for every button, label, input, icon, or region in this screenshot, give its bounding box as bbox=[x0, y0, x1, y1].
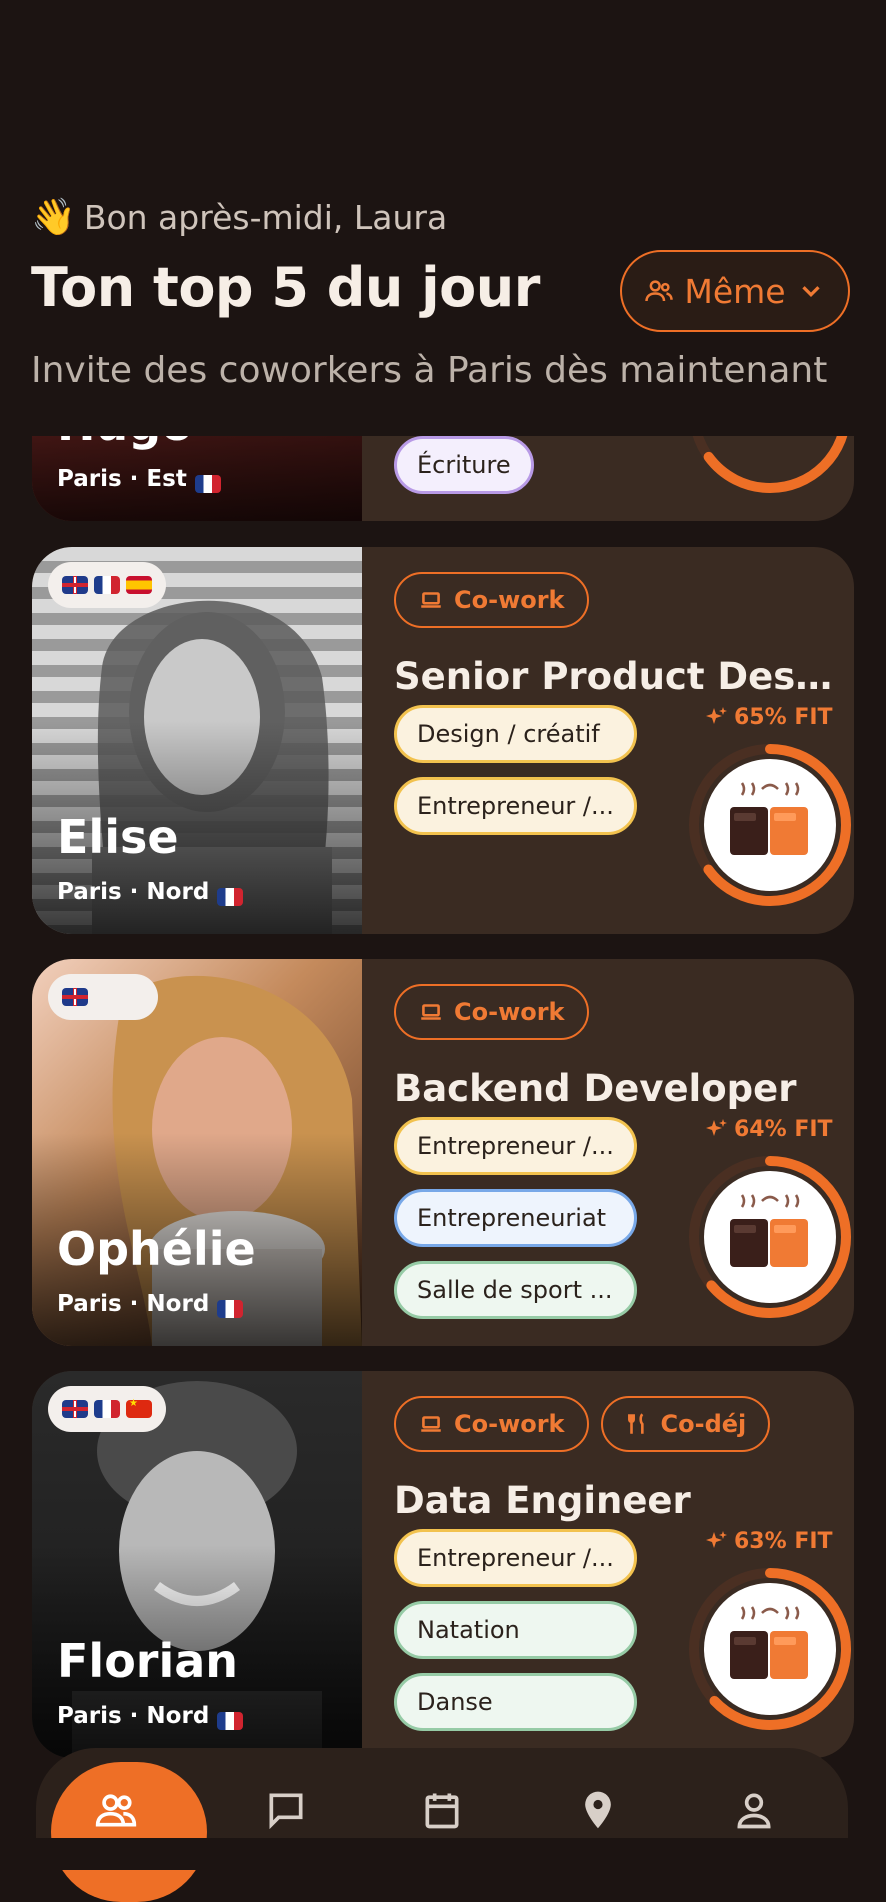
interest-tag: Entrepreneuriat bbox=[394, 1189, 637, 1247]
match-card-elise[interactable]: GB FR ES Elise Paris · Nord FR Co-work S… bbox=[32, 547, 854, 934]
profile-name: Florian bbox=[57, 1634, 239, 1688]
location-text: Paris · Nord bbox=[57, 1703, 210, 1729]
system-nav-area bbox=[0, 1838, 886, 1870]
activity-cowork: Co-work bbox=[394, 1396, 589, 1452]
tag-list: Entrepreneur /... Natation Danse bbox=[394, 1529, 637, 1731]
card-info: Co-work Senior Product Desi... Design / … bbox=[394, 547, 854, 934]
fr-flag-icon: FR bbox=[94, 576, 120, 594]
cn-flag-icon: CN bbox=[126, 1398, 152, 1418]
fr-flag-icon: FR bbox=[217, 888, 244, 906]
activity-list: Co-work bbox=[394, 984, 589, 1040]
profile-photo: GB FR CN Florian Paris · Nord FR bbox=[32, 1371, 362, 1758]
activity-label: Co-work bbox=[454, 586, 565, 614]
coffee-cups-icon bbox=[704, 1171, 836, 1303]
fit-score: 63% FIT bbox=[704, 1529, 833, 1554]
location-text: Paris · Nord bbox=[57, 879, 210, 905]
coffee-cups-icon bbox=[704, 759, 836, 891]
greeting-text: Bon après-midi, Laura bbox=[83, 197, 448, 237]
job-title: Backend Developer bbox=[394, 1067, 797, 1110]
chevron-down-icon bbox=[801, 286, 820, 298]
tag-list: Entrepreneur /... Entrepreneuriat Salle … bbox=[394, 1117, 637, 1319]
filter-label: Même bbox=[684, 271, 786, 311]
match-card-ophelie[interactable]: GB Ophélie Paris · Nord FR Co-work Backe… bbox=[32, 959, 854, 1346]
gb-flag-icon: GB bbox=[62, 988, 88, 1006]
activity-list: Co-work bbox=[394, 572, 589, 628]
waving-hand-icon: 👋 bbox=[31, 197, 76, 238]
fit-label: 65% FIT bbox=[734, 705, 833, 730]
page-title: Ton top 5 du jour bbox=[31, 256, 540, 319]
tag-list: Design / créatif Entrepreneur /... bbox=[394, 705, 637, 835]
profile-name: Elise bbox=[57, 810, 179, 864]
interest-tag: Entrepreneur /... bbox=[394, 1117, 637, 1175]
activity-label: Co-work bbox=[454, 1410, 565, 1438]
filter-button[interactable]: Même bbox=[620, 250, 850, 332]
activity-cowork: Co-work bbox=[394, 984, 589, 1040]
match-card-florian[interactable]: GB FR CN Florian Paris · Nord FR Co-work… bbox=[32, 1371, 854, 1758]
sparkle-icon bbox=[706, 706, 727, 724]
gb-flag-icon: GB bbox=[62, 576, 88, 594]
fit-score: 65% FIT bbox=[704, 705, 833, 730]
sparkle-icon bbox=[706, 1530, 727, 1548]
interest-tag: Natation bbox=[394, 1601, 637, 1659]
location-text: Paris · Nord bbox=[57, 1291, 210, 1317]
coffee-cups-icon bbox=[704, 1583, 836, 1715]
job-title: Data Engineer bbox=[394, 1479, 691, 1522]
greeting: 👋 Bon après-midi, Laura bbox=[31, 196, 447, 238]
calendar-icon bbox=[425, 1793, 459, 1829]
fr-flag-icon: FR bbox=[194, 475, 221, 493]
job-title: Senior Product Desi... bbox=[394, 655, 834, 698]
profile-location: Paris · Est FR bbox=[57, 466, 221, 493]
laptop-icon bbox=[421, 1416, 441, 1432]
laptop-icon bbox=[421, 1004, 441, 1020]
interest-tag: Entrepreneur /... bbox=[394, 1529, 637, 1587]
language-badge: GB FR CN bbox=[48, 1386, 166, 1432]
profile-icon bbox=[737, 1793, 771, 1829]
people-icon bbox=[645, 280, 674, 302]
profile-location: Paris · Nord FR bbox=[57, 1291, 244, 1318]
profile-name: Ophélie bbox=[57, 1222, 256, 1276]
interest-tag: Danse bbox=[394, 1673, 637, 1731]
profile-photo: GB FR ES Elise Paris · Nord FR bbox=[32, 547, 362, 934]
interest-tag: Salle de sport ... bbox=[394, 1261, 637, 1319]
fr-flag-icon: FR bbox=[217, 1712, 244, 1730]
profile-location: Paris · Nord FR bbox=[57, 1703, 244, 1730]
laptop-icon bbox=[421, 592, 441, 608]
location-icon bbox=[585, 1791, 611, 1829]
interest-tag: Écriture bbox=[394, 436, 534, 494]
card-info: Co-work Co-déj Data Engineer Entrepreneu… bbox=[394, 1371, 854, 1758]
activity-codej: Co-déj bbox=[600, 1396, 771, 1452]
es-flag-icon: ES bbox=[126, 576, 152, 594]
language-badge: GB FR ES bbox=[48, 562, 166, 608]
page-subtitle: Invite des coworkers à Paris dès mainten… bbox=[31, 350, 828, 391]
gb-flag-icon: GB bbox=[62, 1400, 88, 1418]
activity-list: Co-work Co-déj bbox=[394, 1396, 771, 1452]
sparkle-icon bbox=[706, 1118, 727, 1136]
activity-cowork: Co-work bbox=[394, 572, 589, 628]
location-text: Paris · Est bbox=[57, 466, 187, 492]
interest-tag: Design / créatif bbox=[394, 705, 637, 763]
fork-knife-icon bbox=[627, 1413, 644, 1434]
profile-location: Paris · Nord FR bbox=[57, 879, 244, 906]
profile-photo: GB Ophélie Paris · Nord FR bbox=[32, 959, 362, 1346]
people-icon bbox=[95, 1794, 137, 1827]
language-badge: GB bbox=[48, 974, 158, 1020]
interest-tag: Entrepreneur /... bbox=[394, 777, 637, 835]
fit-score: 64% FIT bbox=[704, 1117, 833, 1142]
page-header: 👋 Bon après-midi, Laura Ton top 5 du jou… bbox=[0, 0, 886, 436]
activity-label: Co-work bbox=[454, 998, 565, 1026]
activity-label: Co-déj bbox=[660, 1410, 747, 1438]
fit-label: 63% FIT bbox=[734, 1529, 833, 1554]
card-info: Co-work Backend Developer Entrepreneur /… bbox=[394, 959, 854, 1346]
chat-icon bbox=[269, 1793, 303, 1830]
fr-flag-icon: FR bbox=[94, 1400, 120, 1418]
fr-flag-icon: FR bbox=[217, 1300, 244, 1318]
fit-label: 64% FIT bbox=[734, 1117, 833, 1142]
